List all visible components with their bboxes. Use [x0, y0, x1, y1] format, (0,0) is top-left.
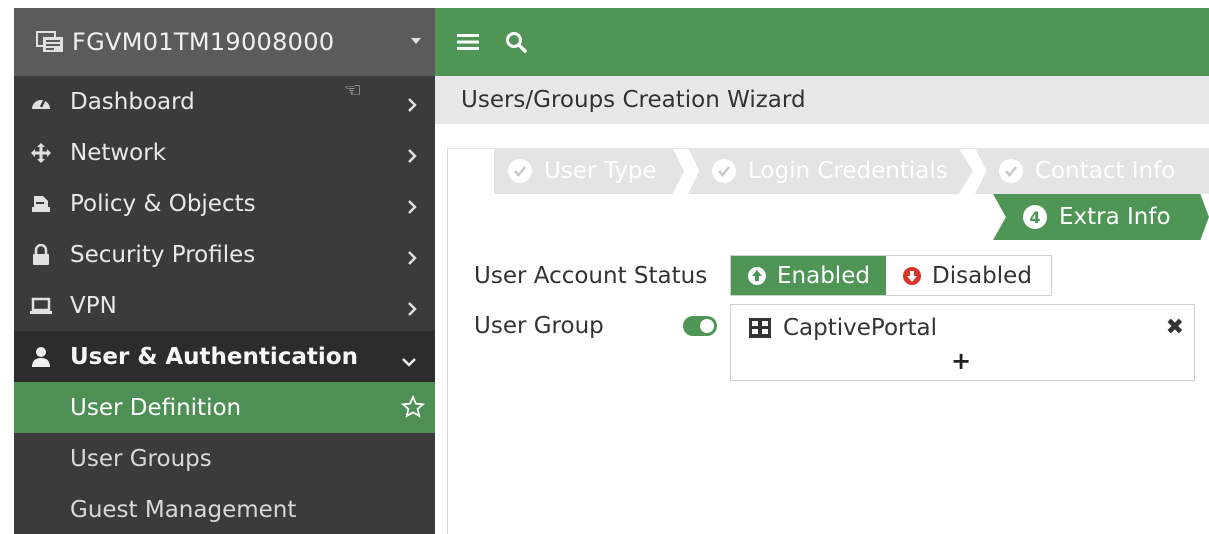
group-icon: [749, 318, 771, 338]
search-icon[interactable]: [505, 31, 527, 53]
laptop-icon: [30, 295, 52, 317]
sidebar-subitem-guest-management[interactable]: Guest Management: [14, 484, 435, 534]
network-icon: [30, 142, 52, 164]
chevron-right-icon: [407, 144, 417, 170]
group-entry: CaptivePortal: [749, 315, 937, 341]
user-icon: [30, 346, 52, 368]
user-group-toggle[interactable]: [683, 316, 717, 336]
check-icon: [712, 159, 736, 183]
sidebar-item-label: User Groups: [70, 445, 212, 472]
sidebar-item-network[interactable]: Network: [14, 127, 435, 178]
arrow-down-circle-icon: [902, 266, 922, 286]
sidebar-subitem-user-definition[interactable]: User Definition: [14, 382, 435, 433]
user-group-label: User Group: [474, 313, 604, 339]
check-icon: [999, 159, 1023, 183]
sidebar: FGVM01TM19008000 ☜ Dashboard Network Pol…: [14, 8, 435, 534]
device-icon: [36, 31, 64, 53]
arrow-up-circle-icon: [747, 266, 767, 286]
disabled-label: Disabled: [932, 262, 1032, 289]
wizard-step-login-credentials[interactable]: Login Credentials: [688, 148, 973, 194]
user-group-field[interactable]: CaptivePortal ✖ +: [730, 304, 1195, 381]
user-account-status-label: User Account Status: [474, 263, 708, 289]
sidebar-item-user-authentication[interactable]: User & Authentication: [14, 331, 435, 382]
sidebar-item-label: User & Authentication: [70, 343, 358, 370]
toggle-knob: [700, 319, 714, 333]
wizard-step-label: Contact Info: [1035, 158, 1176, 184]
sidebar-item-label: Policy & Objects: [70, 190, 256, 217]
top-bar: [435, 8, 1209, 76]
star-icon[interactable]: [400, 394, 426, 425]
check-icon: [508, 159, 532, 183]
chevron-right-icon: [407, 195, 417, 221]
sidebar-item-security-profiles[interactable]: Security Profiles: [14, 229, 435, 280]
group-name: CaptivePortal: [783, 315, 938, 341]
page-title: Users/Groups Creation Wizard: [461, 87, 806, 113]
sidebar-item-label: Network: [70, 139, 167, 166]
chevron-down-icon[interactable]: [411, 38, 421, 44]
lock-icon: [30, 243, 52, 266]
account-status-toggle-group: Enabled Disabled: [730, 255, 1052, 296]
sidebar-item-vpn[interactable]: VPN: [14, 280, 435, 331]
sidebar-item-label: User Definition: [70, 394, 242, 421]
wizard-step-contact-info[interactable]: Contact Info: [975, 148, 1209, 194]
wizard-step-label: User Type: [544, 158, 657, 184]
enabled-label: Enabled: [777, 262, 870, 289]
chevron-right-icon: [407, 93, 417, 119]
dashboard-icon: [30, 91, 52, 113]
breadcrumb: Users/Groups Creation Wizard: [435, 76, 1209, 124]
sidebar-item-label: VPN: [70, 292, 117, 319]
step-number: 4: [1023, 205, 1047, 229]
disabled-button[interactable]: Disabled: [886, 256, 1051, 295]
device-selector[interactable]: FGVM01TM19008000: [14, 8, 435, 76]
sidebar-item-label: Guest Management: [70, 496, 297, 523]
wizard-step-label: Login Credentials: [748, 158, 948, 184]
chevron-right-icon: [407, 246, 417, 272]
enabled-button[interactable]: Enabled: [731, 256, 886, 295]
sidebar-item-label: Security Profiles: [70, 241, 256, 268]
chevron-right-icon: [407, 297, 417, 323]
wizard-step-label: Extra Info: [1059, 204, 1171, 230]
sidebar-item-policy-objects[interactable]: Policy & Objects: [14, 178, 435, 229]
sidebar-item-dashboard[interactable]: Dashboard: [14, 76, 435, 127]
device-name: FGVM01TM19008000: [72, 28, 335, 56]
wizard-step-extra-info[interactable]: 4 Extra Info: [993, 194, 1209, 240]
add-button[interactable]: +: [951, 347, 971, 375]
chevron-down-icon: [401, 348, 417, 374]
sidebar-subitem-user-groups[interactable]: User Groups: [14, 433, 435, 484]
remove-icon[interactable]: ✖: [1166, 315, 1184, 340]
hamburger-icon[interactable]: [457, 33, 479, 51]
wizard-step-user-type[interactable]: User Type: [494, 148, 684, 194]
sidebar-item-label: Dashboard: [70, 88, 195, 115]
policy-icon: [30, 193, 52, 215]
